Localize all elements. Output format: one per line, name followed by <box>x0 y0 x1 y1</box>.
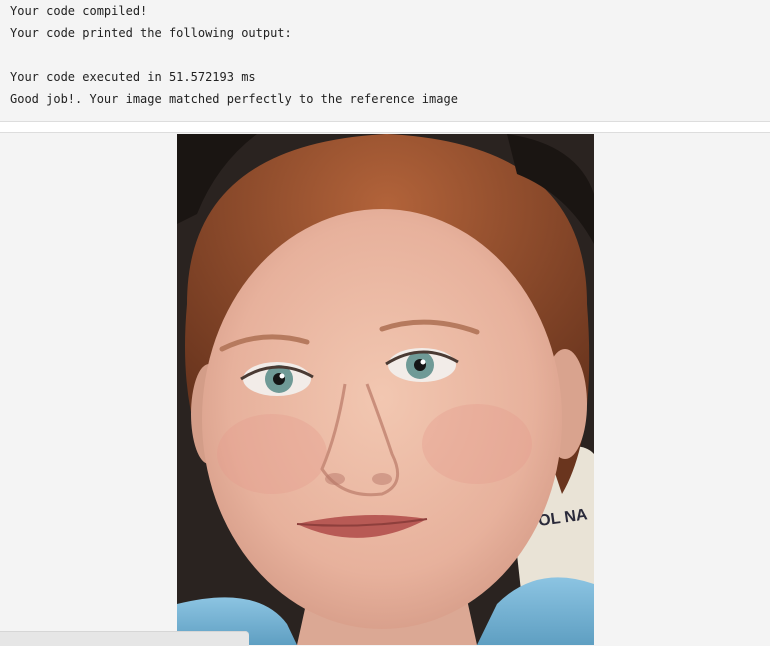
right-eye-highlight <box>420 359 426 365</box>
console-line-result-message: Good job!. Your image matched perfectly … <box>10 92 458 106</box>
right-nostril <box>372 473 392 485</box>
portrait-photo: OL NA <box>177 134 594 645</box>
bottom-strip <box>0 646 770 650</box>
console-output-panel: Your code compiled! Your code printed th… <box>0 0 770 122</box>
panel-gap <box>0 122 770 132</box>
console-line-compiled: Your code compiled! <box>10 4 148 18</box>
right-cheek <box>422 404 532 484</box>
page: Your code compiled! Your code printed th… <box>0 0 770 650</box>
left-eye-highlight <box>279 373 285 379</box>
output-image: OL NA <box>177 134 594 645</box>
console-line-printed-header: Your code printed the following output: <box>10 26 292 40</box>
console-line-execution-time: Your code executed in 51.572193 ms <box>10 70 256 84</box>
left-nostril <box>325 473 345 485</box>
left-cheek <box>217 414 327 494</box>
